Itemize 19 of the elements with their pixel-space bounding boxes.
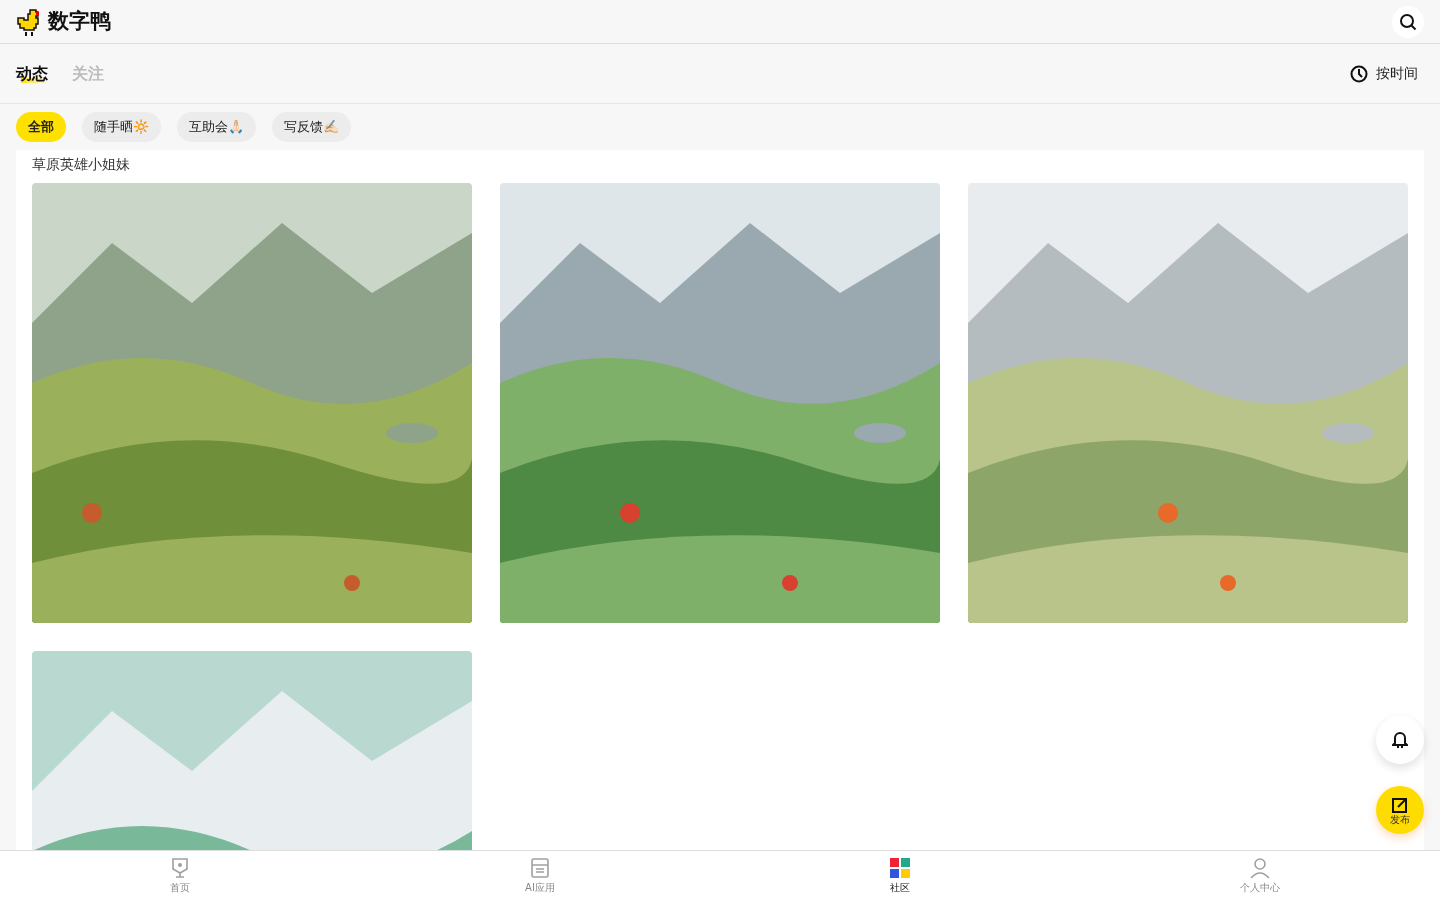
nav-tab[interactable]: AI应用 <box>360 851 720 900</box>
category-chip[interactable]: 随手晒🔆 <box>82 112 161 142</box>
category-chip[interactable]: 全部 <box>16 112 66 142</box>
category-chip[interactable]: 互助会🙏🏻 <box>177 112 256 142</box>
search-button[interactable] <box>1392 5 1424 38</box>
search-icon <box>1399 12 1417 31</box>
nav-tab[interactable]: 首页 <box>0 851 360 900</box>
post-title: 草原英雄小姐妹 <box>32 154 131 174</box>
nav-tab[interactable]: 个人中心 <box>1080 851 1440 900</box>
clock-icon <box>1350 64 1368 83</box>
colorful-grid-icon <box>888 856 912 880</box>
bell-icon <box>1392 731 1408 749</box>
archive-box-icon <box>528 856 552 880</box>
sort-button[interactable]: 按时间 <box>1344 62 1424 85</box>
app-title: 数字鸭 <box>48 7 111 35</box>
person-icon <box>1248 856 1272 880</box>
edit-icon <box>1391 795 1409 814</box>
category-chip[interactable]: 写反馈✍🏻 <box>272 112 351 142</box>
nav-tab[interactable]: 社区 <box>720 851 1080 900</box>
